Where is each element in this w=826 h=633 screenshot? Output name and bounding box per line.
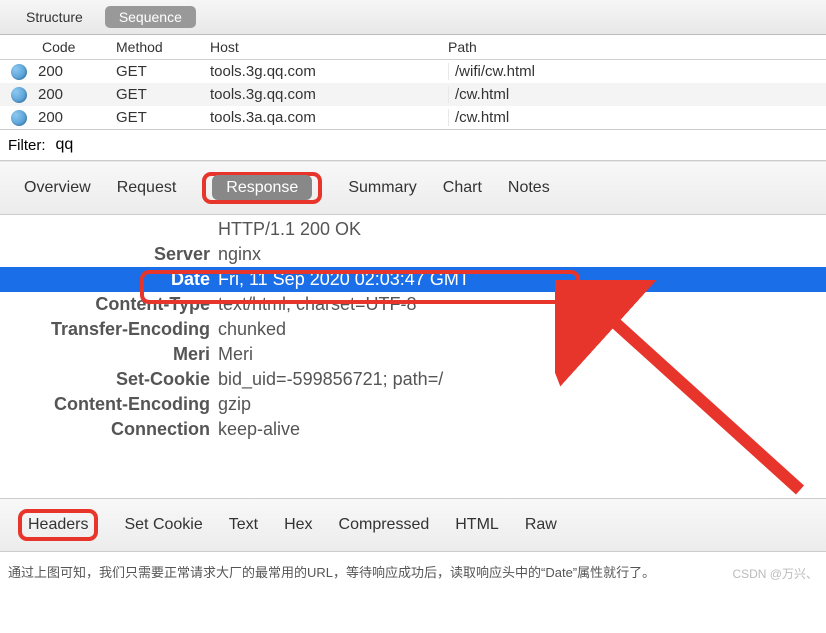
bottom-tab-html[interactable]: HTML: [455, 516, 499, 534]
col-header-method[interactable]: Method: [116, 39, 210, 55]
cell-path: /cw.html: [448, 86, 826, 103]
col-header-host[interactable]: Host: [210, 39, 448, 55]
globe-icon: [11, 110, 27, 126]
table-row[interactable]: 200 GET tools.3g.qq.com /wifi/cw.html: [0, 60, 826, 83]
header-name: Set-Cookie: [0, 369, 216, 390]
filter-input[interactable]: [52, 134, 819, 156]
bottom-tab-text[interactable]: Text: [229, 516, 258, 534]
header-row[interactable]: Content-Type text/html; charset=UTF-8: [0, 292, 826, 317]
bottom-tabs: Headers Set Cookie Text Hex Compressed H…: [0, 498, 826, 552]
header-name: Server: [0, 244, 216, 265]
cell-code: 200: [38, 109, 116, 126]
globe-icon: [11, 87, 27, 103]
tab-sequence[interactable]: Sequence: [105, 6, 196, 28]
header-name: Transfer-Encoding: [0, 319, 216, 340]
col-header-code[interactable]: Code: [38, 39, 116, 55]
tab-structure[interactable]: Structure: [12, 6, 97, 28]
response-body: HTTP/1.1 200 OK Server nginx Date Fri, 1…: [0, 215, 826, 442]
header-row-date[interactable]: Date Fri, 11 Sep 2020 02:03:47 GMT: [0, 267, 826, 292]
cell-path: /wifi/cw.html: [448, 63, 826, 80]
table-row[interactable]: 200 GET tools.3a.qa.com /cw.html: [0, 106, 826, 129]
globe-icon: [11, 64, 27, 80]
tab-request[interactable]: Request: [117, 179, 177, 197]
bottom-tab-setcookie[interactable]: Set Cookie: [124, 516, 202, 534]
cell-code: 200: [38, 63, 116, 80]
header-value: keep-alive: [216, 419, 826, 440]
bottom-tab-hex[interactable]: Hex: [284, 516, 312, 534]
tab-overview[interactable]: Overview: [24, 179, 91, 197]
header-row[interactable]: Connection keep-alive: [0, 417, 826, 442]
bottom-tab-compressed[interactable]: Compressed: [339, 516, 430, 534]
header-row[interactable]: Transfer-Encoding chunked: [0, 317, 826, 342]
header-row[interactable]: Set-Cookie bid_uid=-599856721; path=/: [0, 367, 826, 392]
bottom-tab-headers[interactable]: Headers: [28, 516, 88, 533]
table-header: Code Method Host Path: [0, 35, 826, 60]
header-value: Fri, 11 Sep 2020 02:03:47 GMT: [216, 269, 826, 290]
header-value: bid_uid=-599856721; path=/: [216, 369, 826, 390]
header-name: Content-Encoding: [0, 394, 216, 415]
header-name: Connection: [0, 419, 216, 440]
cell-path: /cw.html: [448, 109, 826, 126]
cell-host: tools.3a.qa.com: [210, 109, 448, 126]
tab-response[interactable]: Response: [212, 175, 312, 200]
status-line: HTTP/1.1 200 OK: [216, 219, 826, 240]
highlight-headers: Headers: [18, 509, 98, 541]
detail-tabs: Overview Request Response Summary Chart …: [0, 161, 826, 215]
header-name: Content-Type: [0, 294, 216, 315]
filter-row: Filter:: [0, 129, 826, 161]
col-header-path[interactable]: Path: [448, 39, 826, 55]
table-row[interactable]: 200 GET tools.3g.qq.com /cw.html: [0, 83, 826, 106]
tab-chart[interactable]: Chart: [443, 179, 482, 197]
cell-host: tools.3g.qq.com: [210, 86, 448, 103]
tab-summary[interactable]: Summary: [348, 179, 416, 197]
cell-method: GET: [116, 63, 210, 80]
cell-code: 200: [38, 86, 116, 103]
tab-notes[interactable]: Notes: [508, 179, 550, 197]
cell-method: GET: [116, 109, 210, 126]
bottom-tab-raw[interactable]: Raw: [525, 516, 557, 534]
header-name: Meri: [0, 344, 216, 365]
top-toolbar: Structure Sequence: [0, 0, 826, 35]
cell-host: tools.3g.qq.com: [210, 63, 448, 80]
highlight-response: Response: [202, 172, 322, 204]
header-value: text/html; charset=UTF-8: [216, 294, 826, 315]
header-value: gzip: [216, 394, 826, 415]
header-value: chunked: [216, 319, 826, 340]
header-name: Date: [0, 269, 216, 290]
header-row[interactable]: Content-Encoding gzip: [0, 392, 826, 417]
header-value: nginx: [216, 244, 826, 265]
header-row[interactable]: Server nginx: [0, 242, 826, 267]
header-value: Meri: [216, 344, 826, 365]
filter-label: Filter:: [8, 137, 46, 154]
header-row[interactable]: Meri Meri: [0, 342, 826, 367]
cell-method: GET: [116, 86, 210, 103]
